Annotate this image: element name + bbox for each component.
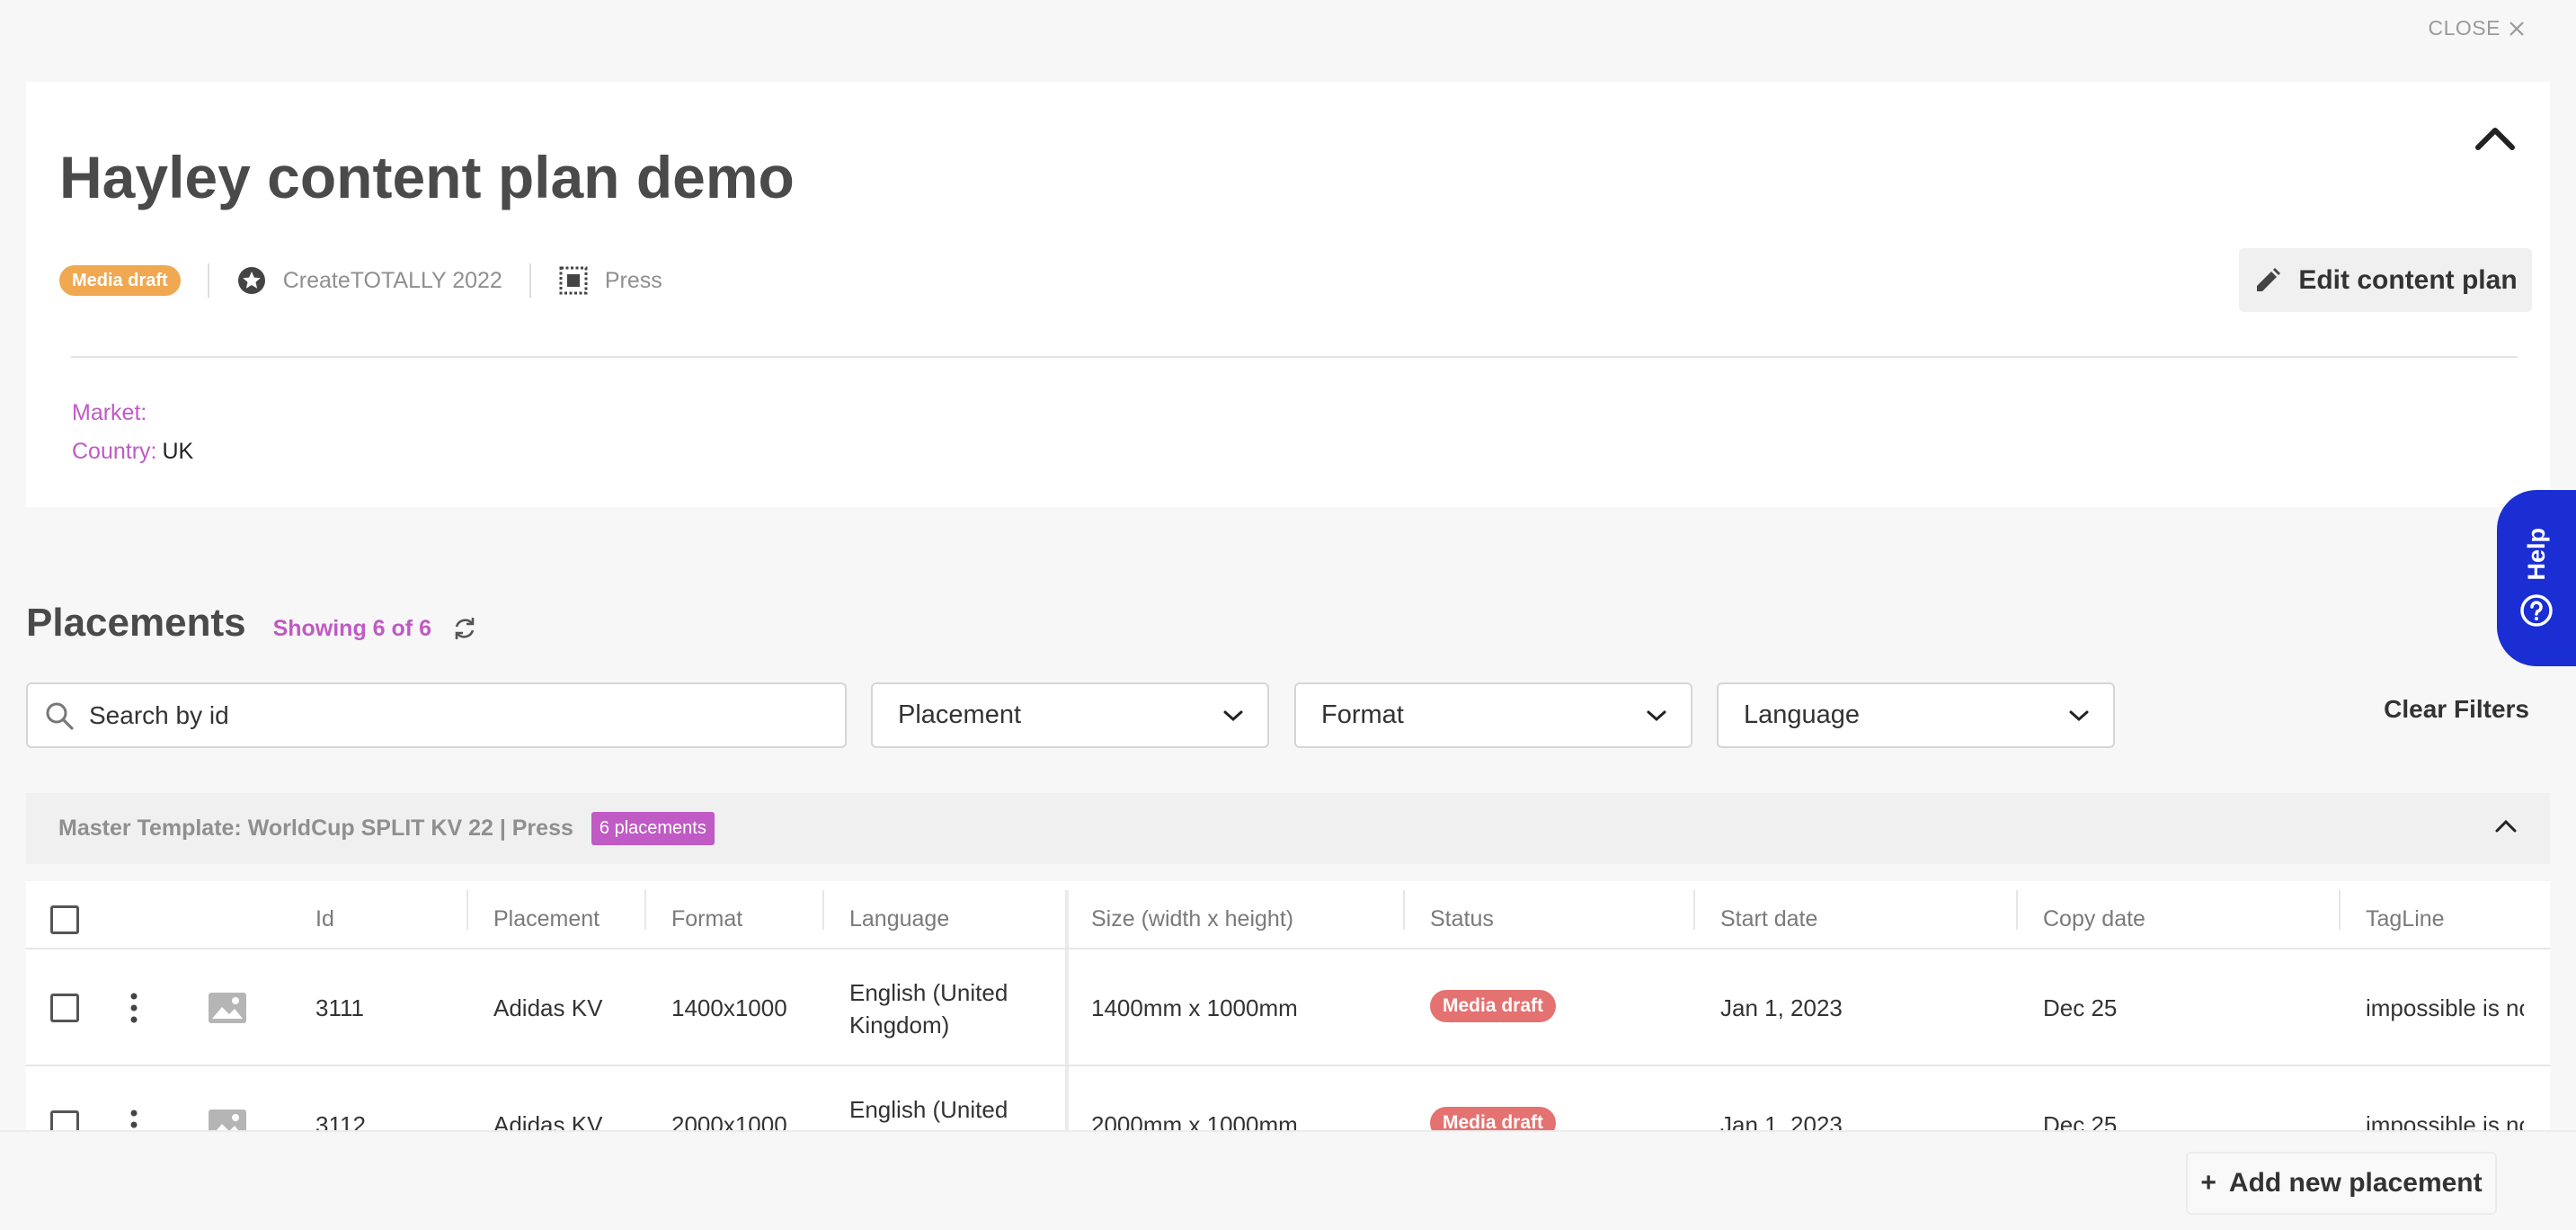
column-header-size[interactable]: Size (width x height) [1091,906,1293,932]
help-circle-icon [2520,594,2553,627]
refresh-icon[interactable] [451,615,478,642]
add-new-placement-label: Add new placement [2228,1168,2483,1198]
template-group-title: Master Template: WorldCup SPLIT KV 22 | … [58,816,573,841]
cell-format: 1400x1000 [671,994,787,1021]
format-filter-label: Format [1321,700,1404,729]
search-input-wrapper [26,682,847,748]
cell-start-date: Jan 1, 2023 [1720,1111,1843,1130]
placements-header: Placements Showing 6 of 6 [26,601,478,646]
placements-table: Id Placement Format Language Size (width… [26,881,2550,1130]
star-icon [237,267,265,294]
column-header-status[interactable]: Status [1430,906,1494,932]
frame-icon [559,266,588,295]
status-badge: Media draft [1430,1107,1557,1130]
cell-tagline: impossible is nothing [2366,994,2524,1021]
cell-copy-date: Dec 25 [2043,994,2118,1021]
country-value: UK [162,439,194,464]
edit-content-plan-label: Edit content plan [2298,264,2518,295]
column-divider [644,890,646,930]
column-divider [822,890,824,930]
format-filter-select[interactable]: Format [1294,682,1692,748]
status-badge: Media draft [1430,990,1557,1022]
country-field: Country: UK [72,439,193,465]
select-all-checkbox[interactable] [50,905,79,934]
cell-placement: Adidas KV [493,994,603,1021]
placement-filter-label: Placement [898,700,1022,729]
pencil-icon [2257,267,2281,291]
placements-title: Placements [26,601,246,645]
column-header-copy-date[interactable]: Copy date [2043,906,2145,932]
help-button[interactable]: Help [2497,490,2576,666]
cell-placement: Adidas KV [493,1111,603,1130]
showing-count: Showing 6 of 6 [272,615,431,641]
language-filter-label: Language [1744,700,1861,729]
channel-name: Press [604,267,662,293]
cell-start-date: Jan 1, 2023 [1720,994,1843,1021]
search-icon [46,702,74,730]
plus-icon: + [2200,1168,2216,1198]
chevron-down-icon [1223,710,1243,721]
language-filter-select[interactable]: Language [1717,682,2115,748]
chevron-down-icon [2069,710,2089,721]
divider [71,356,2518,358]
plan-meta-row: Media draft CreateTOTALLY 2022 Press [59,263,662,299]
close-icon [2509,21,2524,36]
close-button[interactable]: CLOSE [2429,16,2526,40]
row-divider [26,948,2550,949]
divider [207,263,209,298]
template-group-header[interactable]: Master Template: WorldCup SPLIT KV 22 | … [26,793,2550,864]
row-checkbox[interactable] [50,1110,79,1130]
column-divider [1693,890,1695,930]
cell-id: 3112 [315,1111,366,1130]
campaign-meta: CreateTOTALLY 2022 [236,265,502,296]
add-new-placement-button[interactable]: + Add new placement [2186,1152,2497,1215]
chevron-up-icon[interactable] [2494,818,2518,834]
image-icon [209,993,246,1023]
row-divider [26,1065,2550,1066]
column-header-id[interactable]: Id [315,906,334,932]
column-divider [2339,890,2341,930]
cell-tagline: impossible is nothing [2366,1111,2524,1130]
edit-content-plan-button[interactable]: Edit content plan [2239,248,2532,312]
plan-title: Hayley content plan demo [59,144,795,210]
channel-meta: Press [558,265,662,296]
cell-language: English (United Kingdom) [849,1096,1008,1130]
cell-id: 3111 [315,994,364,1021]
placements-count-badge: 6 placements [591,812,715,845]
kebab-menu-icon[interactable] [125,1109,143,1130]
image-icon [209,1110,246,1130]
close-label: CLOSE [2428,16,2500,40]
cell-size: 2000mm x 1000mm [1091,1111,1298,1130]
kebab-menu-icon[interactable] [125,992,143,1024]
column-header-tagline[interactable]: TagLine [2366,906,2445,932]
clear-filters-button[interactable]: Clear Filters [2384,695,2529,724]
chevron-up-icon[interactable] [2473,122,2518,153]
column-divider [2016,890,2018,930]
cell-copy-date: Dec 25 [2043,1111,2118,1130]
chevron-down-icon [1647,710,1666,721]
content-plan-card: Hayley content plan demo Media draft Cre… [26,82,2550,507]
campaign-name: CreateTOTALLY 2022 [282,267,502,293]
column-divider [1403,890,1405,930]
market-label: Market: [72,400,147,425]
help-label: Help [2522,527,2550,581]
row-checkbox[interactable] [50,994,79,1022]
market-field: Market: [72,400,152,426]
column-header-placement[interactable]: Placement [493,906,600,932]
status-badge: Media draft [59,265,181,296]
search-input[interactable] [89,700,826,730]
country-label: Country: [72,439,157,464]
footer-bar: + Add new placement [0,1130,2576,1230]
column-header-language[interactable]: Language [849,906,949,932]
cell-language: English (United Kingdom) [849,979,1008,1038]
column-header-format[interactable]: Format [671,906,742,932]
column-header-start-date[interactable]: Start date [1720,906,1817,932]
cell-format: 2000x1000 [671,1111,787,1130]
column-divider [466,890,468,930]
frozen-column-divider [1065,890,1069,1130]
divider [529,263,531,298]
cell-size: 1400mm x 1000mm [1091,994,1298,1021]
placement-filter-select[interactable]: Placement [871,682,1269,748]
